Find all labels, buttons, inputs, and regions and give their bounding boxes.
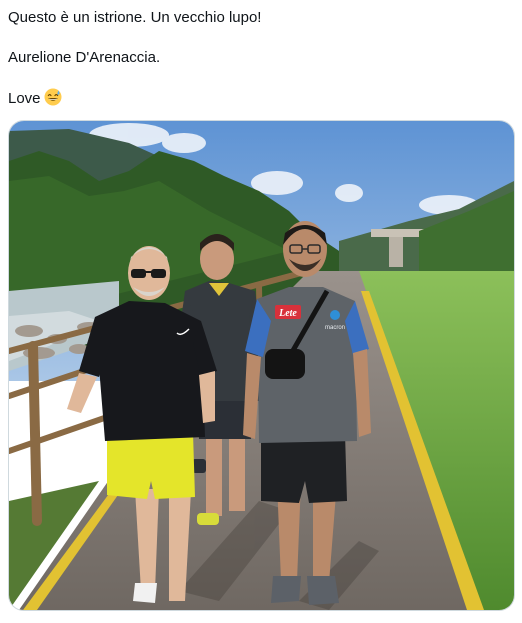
tweet-line-2: Aurelione D'Arenaccia.	[8, 49, 161, 66]
tweet-line-3: Love	[8, 88, 514, 109]
tweet-text: Questo è un istrione. Un vecchio lupo! A…	[8, 8, 514, 129]
shirt-sponsor: macron	[325, 325, 345, 331]
tweet-photo[interactable]: Lete macron	[8, 120, 515, 611]
shirt-badge: Lete	[278, 308, 297, 319]
photo-scene: Lete macron	[9, 121, 514, 610]
tweet-line-3-text: Love	[8, 90, 41, 107]
grinning-face-with-sweat-icon	[44, 88, 62, 106]
tweet-line-1: Questo è un istrione. Un vecchio lupo!	[8, 9, 262, 26]
